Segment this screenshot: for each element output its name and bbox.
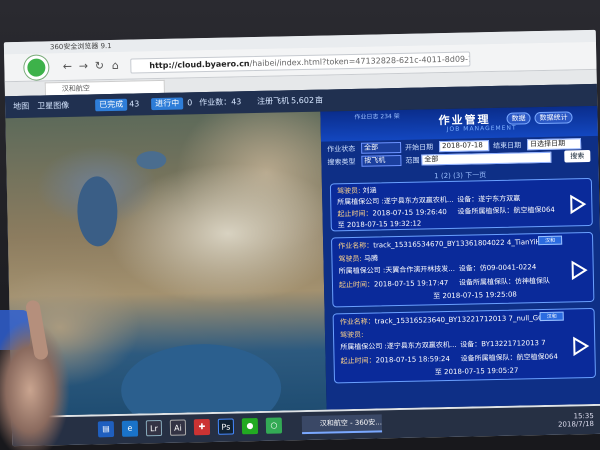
illustrator-icon[interactable]: Ai [169, 419, 187, 436]
window-title: 360安全浏览器 9.1 [49, 41, 112, 52]
stats-button[interactable]: 数据统计 [534, 111, 573, 125]
brand-badge: 汉和 [538, 235, 563, 246]
start-time: 2018-07-15 18:59:24 [375, 354, 451, 365]
brand-badge: 汉和 [539, 311, 564, 322]
start-label: 起止时间： [337, 209, 373, 219]
end-sep: 至 [434, 368, 442, 377]
registered-label: 注册飞机 [257, 96, 290, 106]
scope-input[interactable]: 全部 [421, 151, 552, 166]
start-label: 起止时间： [338, 280, 375, 290]
search-type-label: 搜索类型 [327, 157, 356, 167]
job-name: track_15316534670_BY13361804022 4_TianYi… [373, 237, 559, 250]
app-area: 地图 卫星图像 已完成 43 进行中 0 作业数： 43 注册飞机 5,602 … [4, 83, 600, 417]
projected-screen-photo: 360安全浏览器 9.1 ← → ↻ ⌂ http://cloud.byaero… [0, 0, 600, 450]
start-date-input[interactable]: 2018-07-18 [439, 140, 490, 153]
done-label[interactable]: 已完成 [95, 98, 128, 112]
home-icon[interactable]: ⌂ [108, 59, 122, 73]
indian-ocean [120, 342, 283, 417]
play-icon[interactable] [567, 259, 589, 281]
device-label: 设备： [460, 340, 482, 349]
running-label[interactable]: 进行中 [151, 97, 184, 111]
job-card[interactable]: 作业名称：track_15316523640_BY13221712013 7_n… [332, 307, 596, 384]
forward-arrow-icon[interactable]: → [76, 59, 90, 73]
owner: 设备所属植保队：航空植保064 [460, 352, 559, 363]
browser-logo-icon[interactable] [24, 55, 49, 80]
pilot-label: 驾驶员: [339, 330, 364, 340]
map-toggle-map[interactable]: 地图 [13, 101, 29, 113]
start-label: 起止时间： [340, 356, 376, 366]
running-count: 0 [187, 98, 193, 108]
aral-sea [136, 150, 167, 170]
company: 所属植保公司 :天翼合作演开林技发... [338, 264, 456, 276]
name-label: 作业名称： [338, 241, 374, 251]
pilot-name: 马腾 [363, 254, 379, 263]
device-label: 设备： [457, 195, 479, 204]
name-label: 作业名称： [339, 317, 375, 327]
data-button[interactable]: 数据 [506, 112, 531, 125]
scope-label: 范围 [405, 156, 420, 165]
owner: 设备所属植保队：航空植保064 [457, 205, 555, 216]
search-button[interactable]: 搜索 [564, 149, 591, 163]
360-browser-icon[interactable]: ○ [265, 417, 283, 434]
job-card[interactable]: 作业名称：track_15316534670_BY13361804022 4_T… [330, 231, 595, 308]
owner: 设备所属植保队：仿神植保队 [458, 276, 551, 287]
end-sep: 至 [337, 221, 345, 230]
pilot-label: 驾驶员: [338, 254, 362, 264]
panel-header: 作业日志 234 架 作业管理 JOB MANAGEMENT 数据 数据统计 [320, 105, 598, 142]
play-icon[interactable] [568, 335, 590, 357]
done-count: 43 [129, 99, 140, 109]
registered-value: 5,602 [291, 95, 315, 106]
clock-date: 2018/7/18 [557, 419, 595, 429]
jobs-count: 43 [231, 97, 242, 107]
file-explorer-icon[interactable]: ▤ [97, 421, 115, 438]
end-time: 2018-07-15 19:25:08 [442, 290, 517, 301]
start-time: 2018-07-15 19:26:40 [372, 208, 447, 218]
company: 所属植保公司 :遂宁县东方双赢农机... [337, 195, 454, 207]
photoshop-icon[interactable]: Ps [217, 418, 235, 435]
job-management-panel: 作业日志 234 架 作业管理 JOB MANAGEMENT 数据 数据统计 作… [320, 105, 600, 410]
area-unit: 亩 [315, 95, 324, 105]
jobs-label: 作业数： [199, 97, 232, 108]
start-time: 2018-07-15 19:17:47 [373, 278, 449, 289]
back-arrow-icon[interactable]: ← [60, 60, 74, 74]
refresh-icon[interactable]: ↻ [92, 59, 106, 73]
end-sep: 至 [433, 292, 441, 301]
wechat-icon[interactable]: ● [241, 418, 259, 435]
end-time: 2018-07-15 19:05:27 [443, 366, 519, 377]
app-red-icon[interactable]: ✚ [193, 419, 211, 436]
end-date-input[interactable]: 日选择日期 [526, 138, 582, 151]
monitor: 360安全浏览器 9.1 ← → ↻ ⌂ http://cloud.byaero… [3, 29, 600, 447]
end-time: 2018-07-15 19:32:12 [346, 219, 422, 230]
status-filter-label: 作业状态 [327, 144, 356, 154]
device: 遂宁东方双赢 [478, 194, 521, 204]
lightroom-icon[interactable]: Lr [145, 420, 163, 437]
device-label: 设备： [458, 264, 480, 273]
company: 所属植保公司 :遂宁县东方双赢农机... [340, 340, 457, 352]
panel-subtitle: JOB MANAGEMENT [446, 124, 517, 133]
caspian-sea [76, 175, 119, 247]
system-clock[interactable]: 15:35 2018/7/18 [558, 412, 594, 429]
pilot-name: 刘涵 [362, 186, 377, 195]
job-name: track_15316523640_BY13221712013 7_null_G… [374, 313, 548, 326]
status-filter-select[interactable]: 全部 [361, 141, 402, 154]
job-card[interactable]: 驾驶员: 刘涵 所属植保公司 :遂宁县东方双赢农机... 设备：遂宁东方双赢 起… [329, 177, 593, 232]
device: 仿09-0041-0224 [479, 263, 537, 273]
map-toggle-satellite[interactable]: 卫星图像 [37, 100, 69, 113]
address-bar[interactable]: http://cloud.byaero.cn/haibei/index.html… [130, 51, 471, 74]
taskbar-browser-task[interactable]: 汉和航空 - 360安... [301, 414, 383, 435]
end-date-label: 结束日期 [493, 141, 522, 151]
pilot-label: 驾驶员: [336, 186, 361, 196]
ie-icon[interactable]: e [121, 420, 139, 437]
address-host: http://cloud.byaero.cn [149, 59, 250, 71]
device: BY13221712013 7 [481, 338, 546, 349]
play-icon[interactable] [565, 193, 587, 215]
start-date-label: 开始日期 [405, 143, 434, 152]
tab-label: 汉和航空 [61, 84, 90, 94]
address-path: /haibei/index.html?token=47132828-621c-4… [249, 53, 471, 69]
search-type-select[interactable]: 按飞机 [361, 154, 402, 167]
panel-status: 作业日志 234 架 [354, 112, 400, 121]
